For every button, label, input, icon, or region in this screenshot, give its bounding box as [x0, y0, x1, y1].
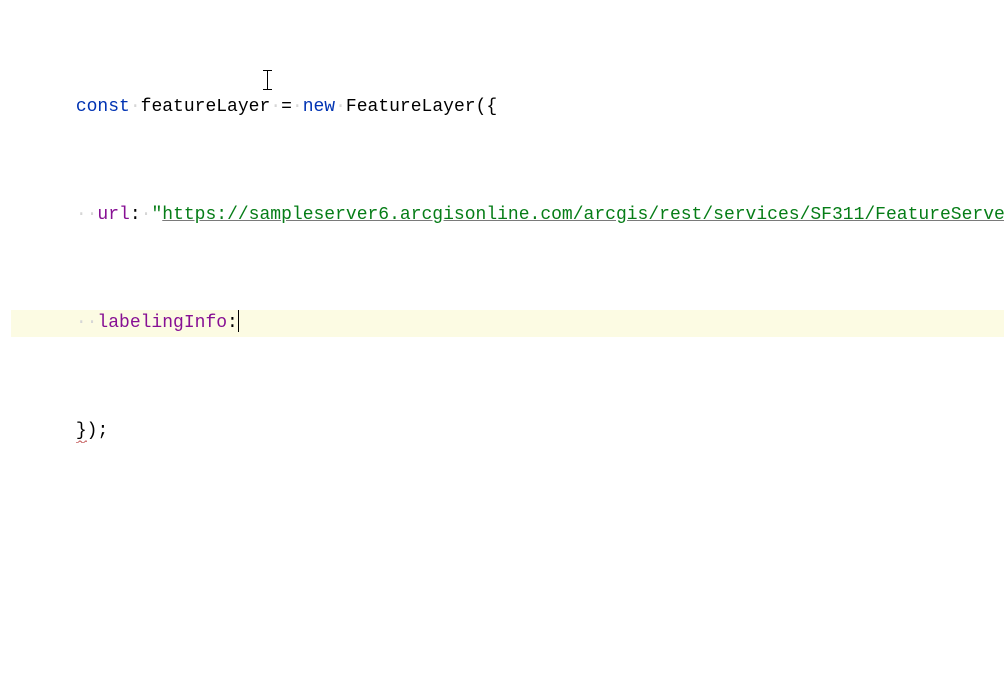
- close-paren: ): [87, 421, 98, 441]
- code-line-2[interactable]: ··url:·"https://sampleserver6.arcgisonli…: [11, 202, 1004, 229]
- equals-operator: =: [281, 97, 292, 117]
- keyword-const: const: [76, 97, 130, 117]
- open-brace: {: [486, 97, 497, 117]
- colon: :: [130, 205, 141, 225]
- semicolon: ;: [97, 421, 108, 441]
- indent-dots: ··: [76, 205, 98, 225]
- whitespace-dot: ·: [292, 97, 303, 117]
- open-paren: (: [476, 97, 487, 117]
- property-url: url: [97, 205, 129, 225]
- code-line-4[interactable]: });: [11, 418, 1004, 445]
- whitespace-dot: ·: [335, 97, 346, 117]
- whitespace-dot: ·: [141, 205, 152, 225]
- code-editor[interactable]: const·featureLayer·=·new·FeatureLayer({ …: [0, 0, 1004, 499]
- indent-dots: ··: [76, 313, 98, 333]
- keyword-new: new: [303, 97, 335, 117]
- string-quote-open: ": [151, 205, 162, 225]
- colon: :: [227, 313, 238, 333]
- class-name: FeatureLayer: [346, 97, 476, 117]
- url-string[interactable]: https://sampleserver6.arcgisonline.com/a…: [162, 205, 1004, 225]
- text-caret: [238, 310, 239, 332]
- code-line-1[interactable]: const·featureLayer·=·new·FeatureLayer({: [11, 94, 1004, 121]
- whitespace-dot: ·: [130, 97, 141, 117]
- whitespace-dot: ·: [270, 97, 281, 117]
- property-labelinginfo: labelingInfo: [97, 313, 227, 333]
- close-brace: }: [76, 421, 87, 443]
- variable-name: featureLayer: [141, 97, 271, 117]
- code-line-3[interactable]: ··labelingInfo:: [11, 310, 1004, 337]
